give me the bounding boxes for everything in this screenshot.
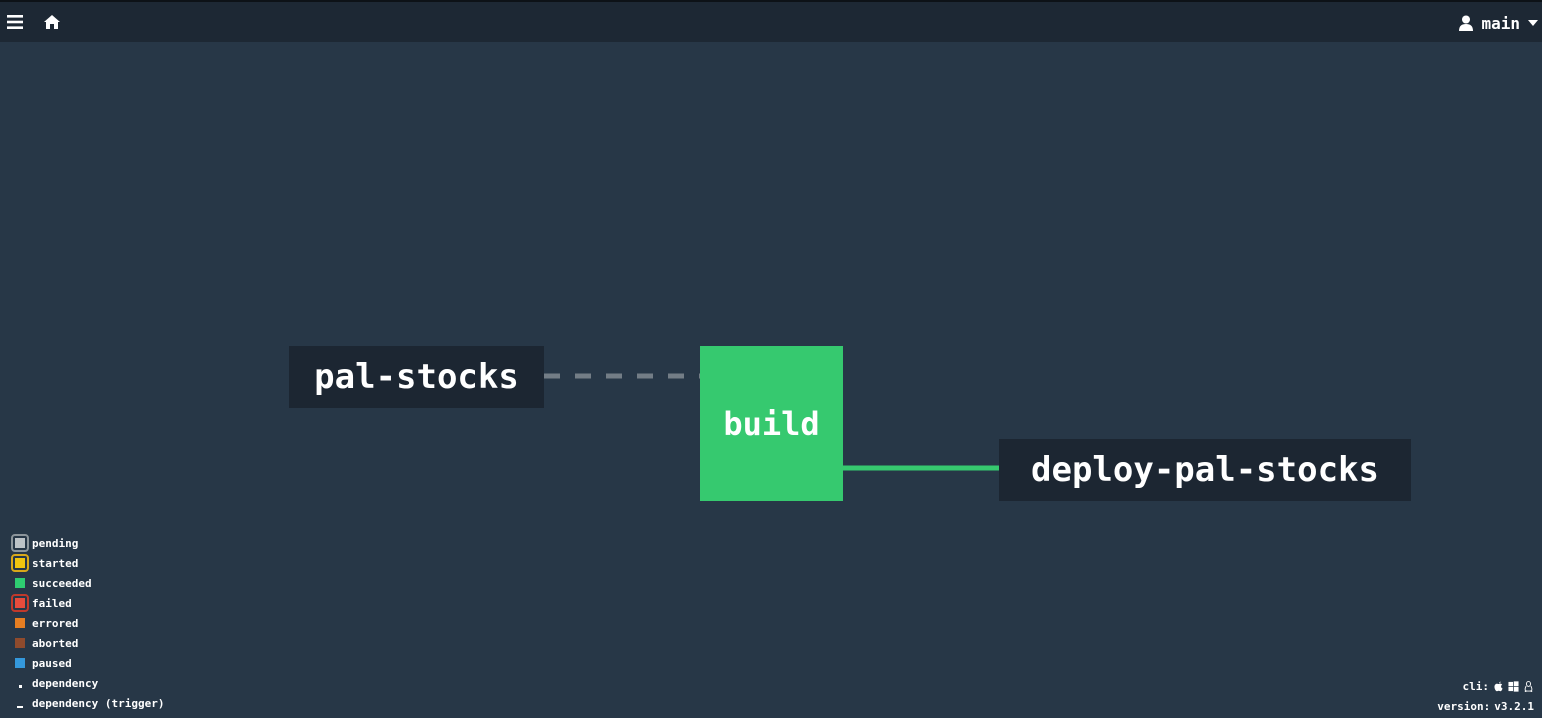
legend-label: failed (32, 596, 72, 610)
legend-item-dependency-trigger: dependency (trigger) (10, 693, 164, 713)
legend-item-failed: failed (10, 593, 164, 613)
legend-label: dependency (trigger) (32, 696, 165, 710)
user-menu[interactable]: main (1459, 10, 1538, 36)
linux-icon[interactable] (1523, 680, 1534, 692)
top-bar: main (0, 0, 1542, 42)
legend-label: dependency (32, 676, 99, 690)
pending-swatch (11, 534, 29, 552)
legend-item-started: started (10, 553, 164, 573)
legend-label: succeeded (32, 576, 92, 590)
legend-item-errored: errored (10, 613, 164, 633)
user-name: main (1481, 13, 1520, 33)
legend-item-dependency: dependency (10, 673, 164, 693)
legend-item-aborted: aborted (10, 633, 164, 653)
aborted-swatch (10, 633, 30, 653)
legend-label: started (32, 556, 79, 570)
errored-swatch (10, 613, 30, 633)
legend-label: paused (32, 656, 72, 670)
legend-label: errored (32, 616, 79, 630)
succeeded-swatch (10, 573, 30, 593)
dependency-trigger-marker (10, 693, 30, 713)
user-icon (1459, 15, 1474, 31)
legend-label: aborted (32, 636, 79, 650)
started-swatch (11, 554, 29, 572)
pipeline-view: main pal-stocks build deploy-pal-stocks … (0, 0, 1542, 718)
apple-icon[interactable] (1493, 680, 1504, 692)
windows-icon[interactable] (1508, 680, 1519, 692)
dependency-marker (10, 673, 30, 693)
version-label: version: (1437, 699, 1491, 713)
job-node-build[interactable]: build (700, 346, 843, 501)
cli-label: cli: (1462, 679, 1490, 693)
legend-item-pending: pending (10, 533, 164, 553)
status-legend: pending started succeeded failed errored (10, 533, 164, 713)
version-info: version: v3.2.1 (1437, 696, 1534, 716)
legend-item-paused: paused (10, 653, 164, 673)
version-value: v3.2.1 (1494, 699, 1534, 713)
job-label: build (723, 404, 820, 443)
caret-down-icon (1528, 20, 1538, 26)
resource-label: deploy-pal-stocks (1031, 450, 1379, 490)
resource-label: pal-stocks (314, 357, 519, 397)
home-icon[interactable] (43, 13, 61, 31)
cli-downloads: cli: (1437, 676, 1534, 696)
paused-swatch (10, 653, 30, 673)
hamburger-menu-icon[interactable] (7, 14, 23, 30)
footer-info: cli: version: v3.2.1 (1437, 676, 1534, 716)
legend-item-succeeded: succeeded (10, 573, 164, 593)
resource-node-pal-stocks[interactable]: pal-stocks (289, 346, 544, 408)
failed-swatch (11, 594, 29, 612)
resource-node-deploy-pal-stocks[interactable]: deploy-pal-stocks (999, 439, 1411, 501)
pipeline-graph: pal-stocks build deploy-pal-stocks (0, 42, 1542, 718)
legend-label: pending (32, 536, 79, 550)
